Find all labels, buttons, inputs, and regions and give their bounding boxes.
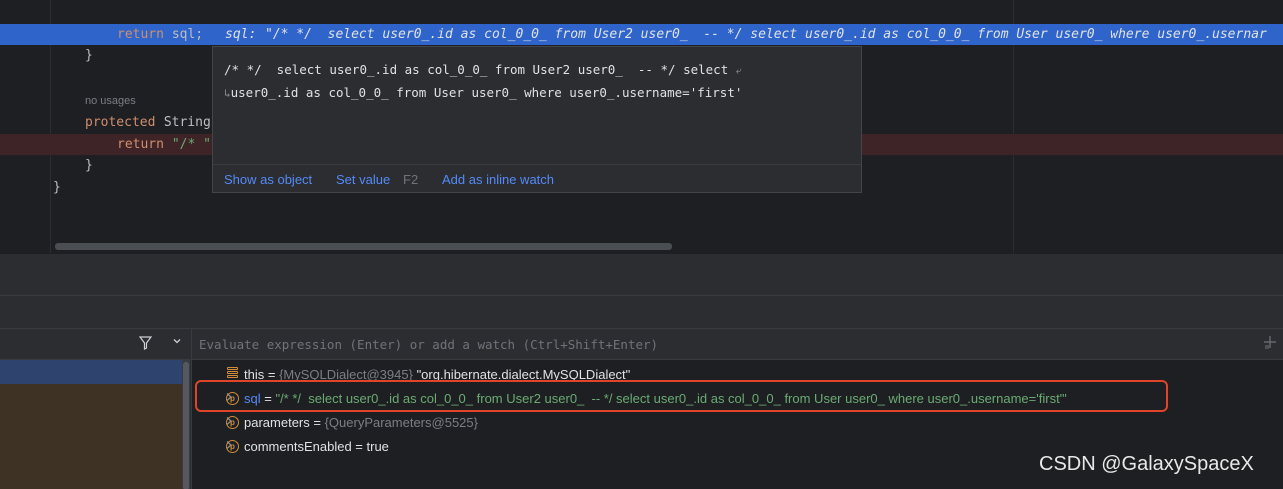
- set-value-link[interactable]: Set value: [336, 172, 390, 187]
- no-usages-hint[interactable]: no usages: [85, 91, 136, 112]
- wrap-continue-icon: ↳: [224, 87, 231, 100]
- variable-name: commentsEnabled: [244, 439, 352, 454]
- add-inline-watch-link[interactable]: Add as inline watch: [442, 172, 554, 187]
- frames-panel: [0, 328, 192, 489]
- object-ref: {QueryParameters@5525}: [324, 415, 478, 430]
- variable-text: parameters = {QueryParameters@5525}: [244, 411, 478, 435]
- execution-line[interactable]: return sql; sql: "/* */ select user0_.id…: [0, 24, 1283, 45]
- add-watch-icon[interactable]: [1263, 335, 1277, 352]
- return-keyword: return: [117, 137, 164, 152]
- closing-brace: }: [85, 158, 93, 173]
- inline-value[interactable]: "/* */ select user0_.id as col_0_0_ from…: [265, 24, 1267, 45]
- library-frames-area[interactable]: [0, 384, 182, 489]
- frames-header: [0, 329, 191, 360]
- return-expression: sql;: [164, 27, 204, 42]
- class-closing-brace: }: [53, 180, 61, 195]
- equals-sign: =: [351, 439, 367, 454]
- type-name: String: [156, 115, 211, 130]
- variable-name: parameters: [244, 415, 310, 430]
- debug-tabs-bar: [0, 295, 1283, 328]
- popup-actions: Show as object Set value F2 Add as inlin…: [213, 164, 861, 192]
- field-stack-icon: [227, 367, 238, 381]
- popup-line-2: user0_.id as col_0_0_ from User user0_ w…: [230, 85, 743, 100]
- value-tooltip-popup: /* */ select user0_.id as col_0_0_ from …: [212, 46, 862, 193]
- filter-icon[interactable]: [138, 336, 153, 352]
- variable-text: commentsEnabled = true: [244, 435, 389, 459]
- soft-wrap-icon: ⤶: [735, 64, 742, 77]
- evaluate-expression-input[interactable]: [199, 335, 1249, 354]
- equals-sign: =: [309, 415, 325, 430]
- chevron-down-icon[interactable]: [172, 336, 182, 349]
- popup-value-text: /* */ select user0_.id as col_0_0_ from …: [224, 59, 854, 105]
- selected-frame-row[interactable]: [0, 360, 182, 384]
- closing-brace: }: [85, 48, 93, 63]
- watermark: CSDN @GalaxySpaceX: [1039, 453, 1254, 475]
- variable-row[interactable]: p parameters = {QueryParameters@5525}: [192, 411, 1272, 449]
- inline-value-label: sql:: [225, 27, 265, 42]
- string-literal: "/* ": [164, 137, 211, 152]
- variable-value: true: [366, 439, 389, 454]
- annotation-highlight-box: [195, 380, 1168, 412]
- return-keyword: return: [117, 27, 164, 42]
- set-value-shortcut: F2: [403, 172, 419, 187]
- protected-keyword: protected: [85, 115, 156, 130]
- debug-toolbar: [0, 253, 1283, 295]
- parameter-icon: p: [226, 416, 239, 429]
- show-as-object-link[interactable]: Show as object: [224, 172, 312, 187]
- popup-line-1: /* */ select user0_.id as col_0_0_ from …: [224, 62, 736, 77]
- horizontal-scrollbar[interactable]: [55, 243, 672, 250]
- evaluate-expression-bar: [192, 329, 1283, 360]
- frames-scroll-thumb[interactable]: [183, 362, 189, 489]
- parameter-icon: p: [226, 440, 239, 453]
